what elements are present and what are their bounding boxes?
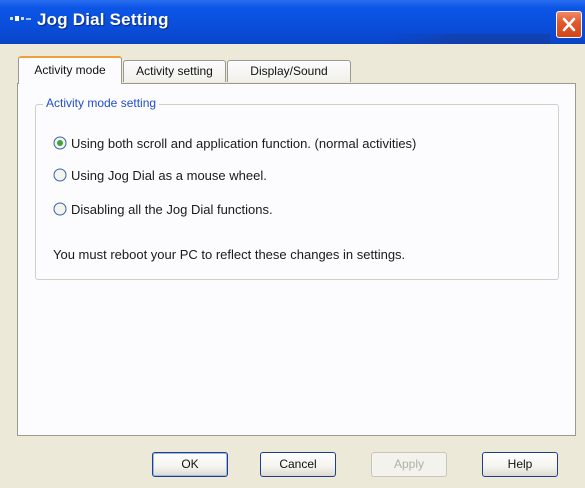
tab-activity-mode[interactable]: Activity mode <box>18 56 122 84</box>
apply-button[interactable]: Apply <box>371 452 447 477</box>
radio-unselected-icon[interactable] <box>53 168 67 182</box>
activity-mode-groupbox: Activity mode setting Using both scroll … <box>35 96 559 280</box>
option-label: Using both scroll and application functi… <box>71 136 417 151</box>
jog-dial-setting-window: Jog Dial Setting Activity mode Activity … <box>0 0 585 488</box>
radio-unselected-icon[interactable] <box>53 202 67 216</box>
radio-selected-icon[interactable] <box>53 136 67 150</box>
ok-button[interactable]: OK <box>152 452 228 477</box>
option-label: Using Jog Dial as a mouse wheel. <box>71 168 267 183</box>
close-icon <box>562 17 576 32</box>
title-bar[interactable]: Jog Dial Setting <box>0 0 585 44</box>
tab-panel-activity-mode: Activity mode setting Using both scroll … <box>17 83 576 436</box>
group-label: Activity mode setting <box>43 96 160 110</box>
help-button[interactable]: Help <box>482 452 558 477</box>
tab-display-sound[interactable]: Display/Sound <box>227 60 351 82</box>
title-bar-gradient <box>390 34 550 44</box>
jog-dial-icon <box>10 16 31 21</box>
option-label: Disabling all the Jog Dial functions. <box>71 202 273 217</box>
cancel-button[interactable]: Cancel <box>260 452 336 477</box>
reboot-note: You must reboot your PC to reflect these… <box>53 247 406 262</box>
tab-activity-setting[interactable]: Activity setting <box>123 60 226 82</box>
close-button[interactable] <box>556 11 582 38</box>
window-title: Jog Dial Setting <box>37 10 169 29</box>
